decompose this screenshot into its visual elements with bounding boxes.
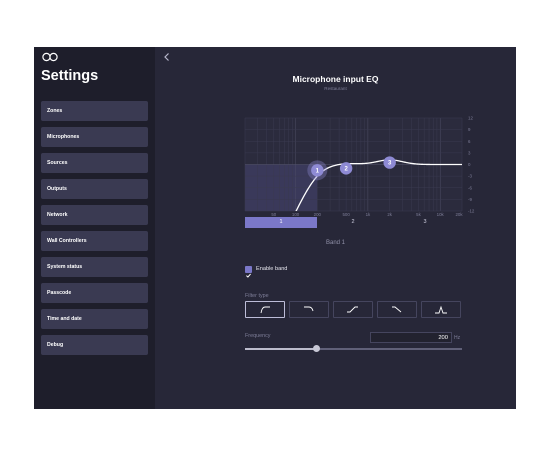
high-pass-icon bbox=[260, 306, 270, 314]
low-shelf-icon bbox=[304, 306, 314, 312]
frequency-unit: Hz bbox=[454, 335, 461, 341]
filter-type-label: Filter type bbox=[245, 293, 269, 299]
enable-band-label: Enable band bbox=[256, 266, 288, 272]
frequency-label: Frequency bbox=[245, 333, 271, 339]
db-tick-label: 3 bbox=[468, 150, 471, 155]
peak-icon bbox=[435, 305, 447, 314]
frequency-input[interactable] bbox=[370, 332, 452, 343]
band-tab-3[interactable]: 3 bbox=[389, 217, 461, 228]
filter-high-pass-button[interactable] bbox=[245, 301, 285, 318]
db-tick-label: 6 bbox=[468, 139, 471, 144]
app-window: Settings Zones Microphones Sources Outpu… bbox=[34, 47, 516, 409]
enable-band-checkbox[interactable] bbox=[245, 266, 252, 278]
db-tick-label: -9 bbox=[468, 197, 472, 202]
filter-peak-button[interactable] bbox=[421, 301, 461, 318]
band-tab-1[interactable]: 1 bbox=[245, 217, 317, 228]
db-tick-label: 12 bbox=[468, 116, 473, 121]
filter-high-shelf-button[interactable] bbox=[333, 301, 373, 318]
db-tick-label: -6 bbox=[468, 185, 472, 190]
high-shelf-icon bbox=[347, 306, 358, 313]
check-icon bbox=[246, 273, 251, 278]
low-pass-icon bbox=[392, 306, 402, 313]
db-tick-label: -12 bbox=[468, 209, 475, 214]
db-tick-label: 9 bbox=[468, 127, 471, 132]
frequency-slider-fill bbox=[245, 348, 317, 350]
filter-low-shelf-button[interactable] bbox=[289, 301, 329, 318]
filter-low-pass-button[interactable] bbox=[377, 301, 417, 318]
eq-graph[interactable]: 129630-3-6-9-1250 100 200 500 1k 2k 5k 10k 20k1 2… bbox=[34, 47, 516, 409]
db-tick-label: 0 bbox=[468, 162, 471, 167]
band-title: Band 1 bbox=[325, 240, 346, 246]
db-tick-label: -3 bbox=[468, 174, 472, 179]
band-tab-2[interactable]: 2 bbox=[317, 217, 389, 228]
